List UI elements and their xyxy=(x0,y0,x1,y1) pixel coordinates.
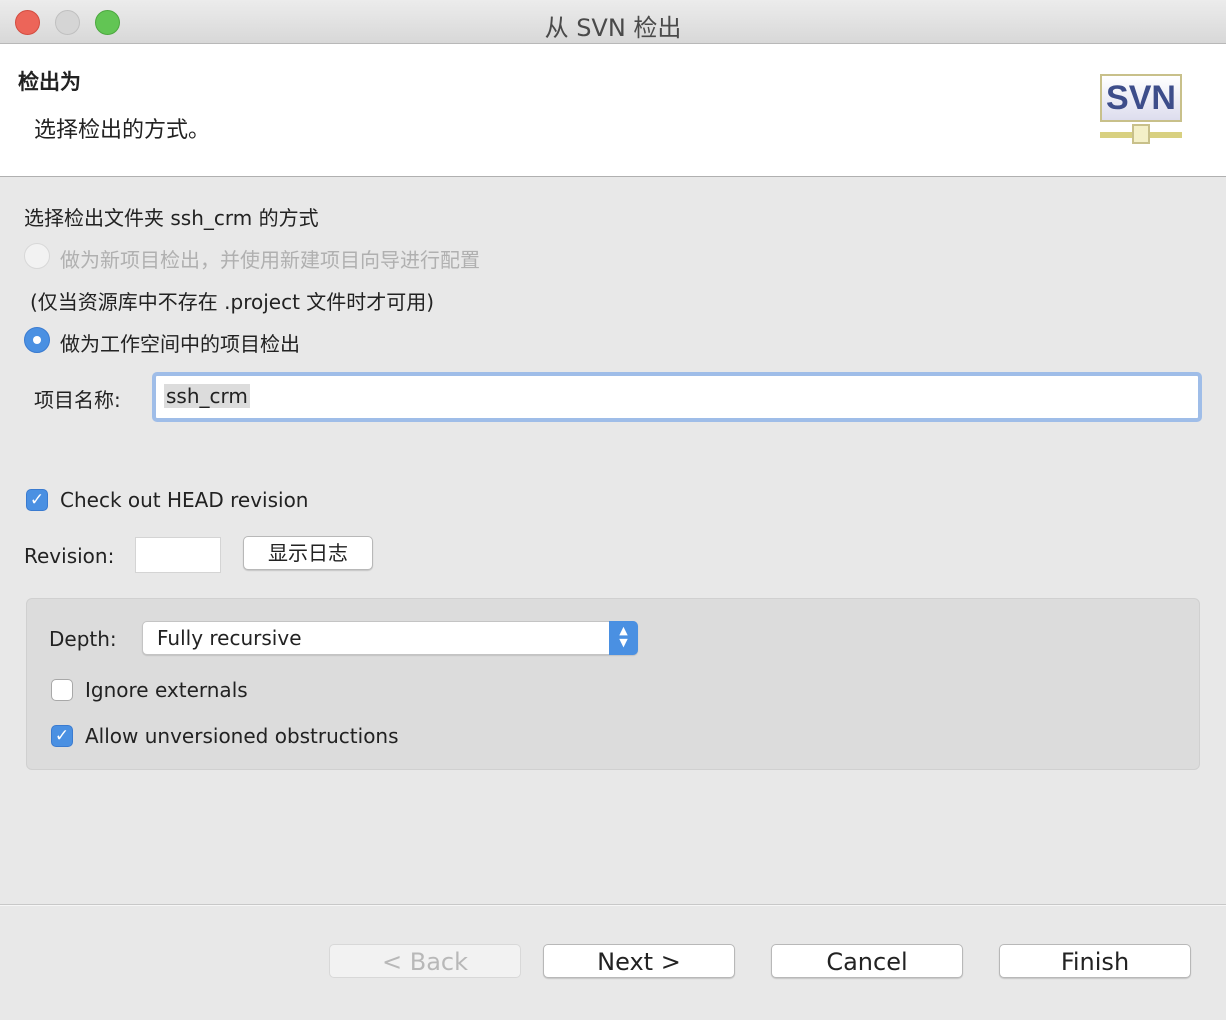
wizard-header: 检出为 选择检出的方式。 SVN xyxy=(0,44,1226,177)
window-title: 从 SVN 检出 xyxy=(544,14,682,42)
chevron-up-down-icon: ▲ ▼ xyxy=(609,621,638,655)
new-project-radio[interactable] xyxy=(24,243,50,269)
new-project-note: (仅当资源库中不存在 .project 文件时才可用) xyxy=(30,290,435,314)
workspace-project-label: 做为工作空间中的项目检出 xyxy=(60,332,300,356)
page-title: 检出为 xyxy=(18,70,81,94)
head-revision-label: Check out HEAD revision xyxy=(60,488,309,512)
title-bar: 从 SVN 检出 xyxy=(0,0,1226,44)
project-name-input[interactable]: ssh_crm xyxy=(152,372,1202,422)
svn-logo-icon: SVN xyxy=(1098,72,1184,152)
allow-unversioned-label: Allow unversioned obstructions xyxy=(85,724,399,748)
options-group: Depth: Fully recursive ▲ ▼ Ignore externa… xyxy=(26,598,1200,770)
depth-select[interactable]: Fully recursive ▲ ▼ xyxy=(142,621,638,655)
project-name-value: ssh_crm xyxy=(164,384,250,408)
depth-label: Depth: xyxy=(49,627,117,651)
footer-divider xyxy=(0,904,1226,906)
depth-value: Fully recursive xyxy=(157,626,302,650)
ignore-externals-checkbox[interactable] xyxy=(51,679,73,701)
workspace-project-radio[interactable] xyxy=(24,327,50,353)
back-button[interactable]: < Back xyxy=(329,944,521,978)
head-revision-checkbox[interactable]: ✓ xyxy=(26,489,48,511)
cancel-button[interactable]: Cancel xyxy=(771,944,963,978)
checkout-prompt: 选择检出文件夹 ssh_crm 的方式 xyxy=(24,206,319,230)
revision-label: Revision: xyxy=(24,544,115,568)
next-button[interactable]: Next > xyxy=(543,944,735,978)
revision-input[interactable] xyxy=(135,537,221,573)
project-name-label: 项目名称: xyxy=(34,388,121,412)
allow-unversioned-checkbox[interactable]: ✓ xyxy=(51,725,73,747)
finish-button[interactable]: Finish xyxy=(999,944,1191,978)
ignore-externals-label: Ignore externals xyxy=(85,678,248,702)
new-project-label: 做为新项目检出，并使用新建项目向导进行配置 xyxy=(60,248,480,272)
show-log-button[interactable]: 显示日志 xyxy=(243,536,373,570)
page-description: 选择检出的方式。 xyxy=(34,118,211,143)
